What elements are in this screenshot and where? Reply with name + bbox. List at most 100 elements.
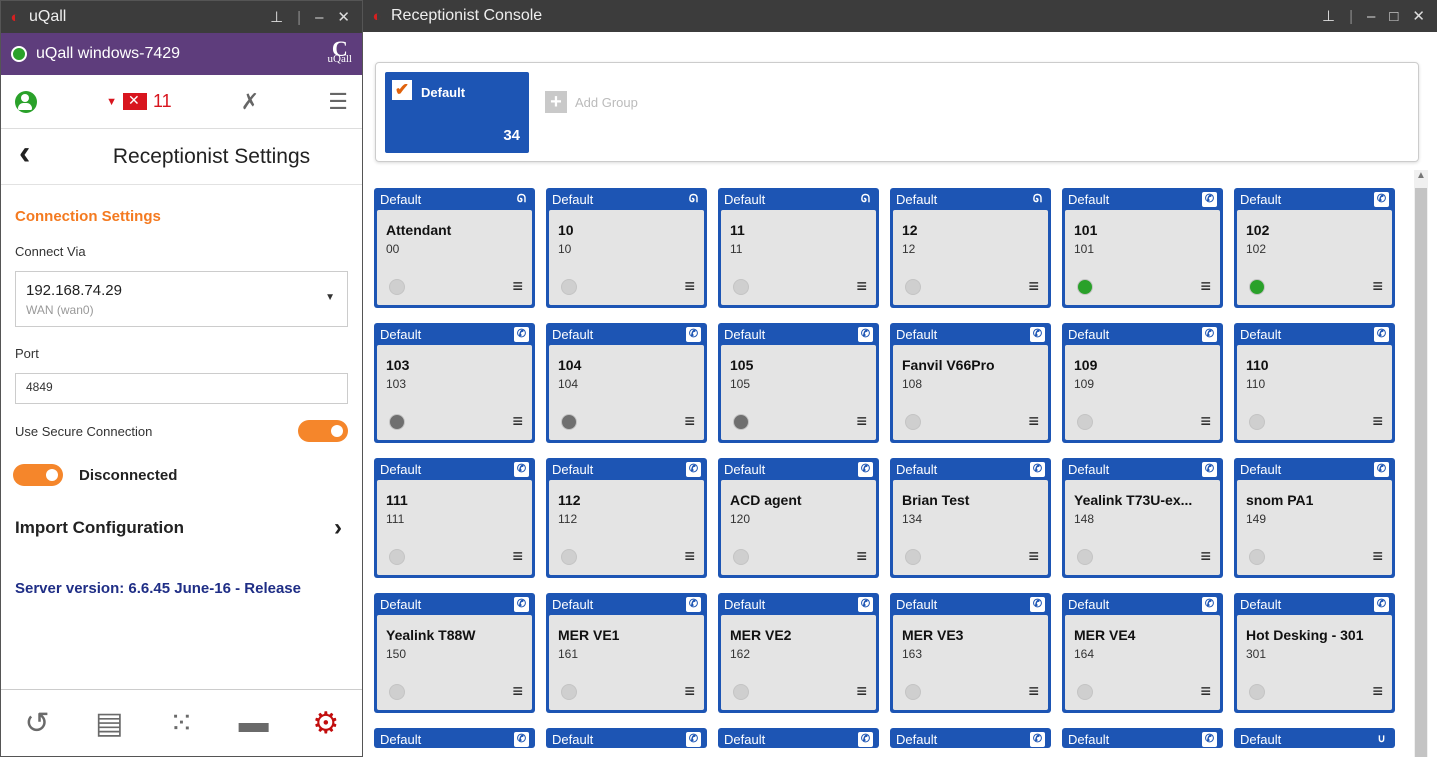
card-menu-icon[interactable]: ≡ xyxy=(512,276,523,297)
scroll-thumb[interactable] xyxy=(1415,188,1427,757)
extension-card[interactable]: Default ✆ xyxy=(890,728,1051,748)
card-menu-icon[interactable]: ≡ xyxy=(1200,411,1211,432)
card-group-label: Default xyxy=(724,461,766,477)
extension-card[interactable]: Default ✆ Hot Desking - 301 301 ≡ xyxy=(1234,593,1395,713)
phone-icon: ✆ xyxy=(686,461,701,477)
extension-card[interactable]: Default ✆ 111 111 ≡ xyxy=(374,458,535,578)
call-forward-icon[interactable]: ✗ xyxy=(241,89,259,115)
card-menu-icon[interactable]: ≡ xyxy=(684,411,695,432)
maximize-button[interactable]: □ xyxy=(1389,8,1398,25)
pin-icon[interactable]: ⊥ xyxy=(1322,7,1335,25)
card-menu-icon[interactable]: ≡ xyxy=(1028,276,1039,297)
card-group-label: Default xyxy=(1068,326,1110,342)
extension-card[interactable]: Default ✆ 109 109 ≡ xyxy=(1062,323,1223,443)
extension-card[interactable]: Default ✆ Fanvil V66Pro 108 ≡ xyxy=(890,323,1051,443)
card-menu-icon[interactable]: ≡ xyxy=(1200,546,1211,567)
card-menu-icon[interactable]: ≡ xyxy=(684,546,695,567)
minimize-button[interactable]: – xyxy=(1367,8,1375,25)
extension-card[interactable]: Default ✆ Yealink T88W 150 ≡ xyxy=(374,593,535,713)
extension-card[interactable]: Default ✆ 102 102 ≡ xyxy=(1234,188,1395,308)
extension-card[interactable]: Default ∪ xyxy=(1234,728,1395,748)
extension-card[interactable]: Default ✆ xyxy=(1062,728,1223,748)
scroll-up-arrow-icon[interactable]: ▲ xyxy=(1416,170,1426,181)
history-icon[interactable]: ↺ xyxy=(7,706,67,741)
card-body: Hot Desking - 301 301 ≡ xyxy=(1237,615,1392,710)
card-menu-icon[interactable]: ≡ xyxy=(856,276,867,297)
phone-icon: ✆ xyxy=(514,326,529,342)
card-menu-icon[interactable]: ≡ xyxy=(1372,276,1383,297)
card-menu-icon[interactable]: ≡ xyxy=(684,276,695,297)
card-menu-icon[interactable]: ≡ xyxy=(856,681,867,702)
card-menu-icon[interactable]: ≡ xyxy=(1200,276,1211,297)
group-tile-default[interactable]: ✔ Default 34 xyxy=(385,72,529,153)
card-menu-icon[interactable]: ≡ xyxy=(1372,546,1383,567)
settings-gear-icon[interactable]: ⚙ xyxy=(296,706,356,741)
card-menu-icon[interactable]: ≡ xyxy=(856,546,867,567)
extension-card[interactable]: Default ✆ 104 104 ≡ xyxy=(546,323,707,443)
dialpad-icon[interactable]: ⁙ xyxy=(151,706,211,741)
presence-icon xyxy=(1249,414,1265,430)
card-menu-icon[interactable]: ≡ xyxy=(512,546,523,567)
extension-card[interactable]: Default ✆ 103 103 ≡ xyxy=(374,323,535,443)
card-group-label: Default xyxy=(724,731,766,747)
vertical-scrollbar[interactable]: ▲ xyxy=(1414,170,1428,757)
import-configuration-row[interactable]: Import Configuration › xyxy=(15,514,348,542)
card-header: Default ✆ xyxy=(721,728,876,748)
extension-number: 301 xyxy=(1246,647,1267,661)
card-menu-icon[interactable]: ≡ xyxy=(1028,411,1039,432)
card-menu-icon[interactable]: ≡ xyxy=(1372,681,1383,702)
phone-icon: ✆ xyxy=(1202,326,1217,342)
connect-toggle[interactable] xyxy=(13,464,63,486)
extension-card[interactable]: Default ✆ snom PA1 149 ≡ xyxy=(1234,458,1395,578)
close-button[interactable]: ✕ xyxy=(337,8,350,26)
presence-icon xyxy=(389,279,405,295)
presence-icon[interactable] xyxy=(15,90,37,113)
add-group-button[interactable]: + Add Group xyxy=(545,91,638,113)
extension-card[interactable]: Default ✆ xyxy=(718,728,879,748)
close-button[interactable]: ✕ xyxy=(1412,7,1425,25)
extension-name: ACD agent xyxy=(730,492,802,508)
card-header: Default ✆ xyxy=(1237,323,1392,345)
headset-icon: ᘏ xyxy=(516,192,527,205)
extension-card[interactable]: Default ✆ 101 101 ≡ xyxy=(1062,188,1223,308)
extension-card[interactable]: Default ✆ MER VE1 161 ≡ xyxy=(546,593,707,713)
back-chevron-icon[interactable]: ‹ xyxy=(19,134,30,173)
card-header: Default ✆ xyxy=(549,323,704,345)
card-menu-icon[interactable]: ≡ xyxy=(684,681,695,702)
card-menu-icon[interactable]: ≡ xyxy=(512,411,523,432)
extension-card[interactable]: Default ✆ Brian Test 134 ≡ xyxy=(890,458,1051,578)
card-menu-icon[interactable]: ≡ xyxy=(512,681,523,702)
extension-card[interactable]: Default ᘏ 12 12 ≡ xyxy=(890,188,1051,308)
extension-card[interactable]: Default ✆ MER VE2 162 ≡ xyxy=(718,593,879,713)
connect-via-select[interactable]: 192.168.74.29 WAN (wan0) ▼ xyxy=(15,271,348,327)
voicemail-indicator[interactable]: ▼ 11 xyxy=(106,91,172,112)
card-menu-icon[interactable]: ≡ xyxy=(1028,546,1039,567)
extension-card[interactable]: Default ✆ 110 110 ≡ xyxy=(1234,323,1395,443)
extension-card[interactable]: Default ✆ Yealink T73U-ex... 148 ≡ xyxy=(1062,458,1223,578)
card-menu-icon[interactable]: ≡ xyxy=(856,411,867,432)
extension-card[interactable]: Default ✆ 105 105 ≡ xyxy=(718,323,879,443)
minimize-button[interactable]: – xyxy=(315,9,323,26)
contacts-icon[interactable]: ▤ xyxy=(79,706,139,741)
chat-icon[interactable]: ▬ xyxy=(224,706,284,740)
headset-icon: ᘏ xyxy=(688,192,699,205)
extension-card[interactable]: Default ✆ xyxy=(374,728,535,748)
extension-card[interactable]: Default ✆ 112 112 ≡ xyxy=(546,458,707,578)
card-menu-icon[interactable]: ≡ xyxy=(1200,681,1211,702)
card-menu-icon[interactable]: ≡ xyxy=(1028,681,1039,702)
extension-card[interactable]: Default ✆ ACD agent 120 ≡ xyxy=(718,458,879,578)
checkbox-icon[interactable]: ✔ xyxy=(392,80,412,100)
account-bar[interactable]: uQall windows-7429 CuQall xyxy=(1,33,362,75)
card-menu-icon[interactable]: ≡ xyxy=(1372,411,1383,432)
extension-card[interactable]: Default ✆ MER VE4 164 ≡ xyxy=(1062,593,1223,713)
pin-icon[interactable]: ⊥ xyxy=(270,8,283,26)
extension-card[interactable]: Default ✆ MER VE3 163 ≡ xyxy=(890,593,1051,713)
port-input[interactable]: 4849 xyxy=(15,373,348,404)
extension-card[interactable]: Default ✆ xyxy=(546,728,707,748)
list-menu-icon[interactable]: ☰ xyxy=(328,89,348,115)
secure-connection-toggle[interactable] xyxy=(298,420,348,442)
extension-card[interactable]: Default ᘏ 10 10 ≡ xyxy=(546,188,707,308)
caret-down-icon[interactable]: ▼ xyxy=(106,96,117,108)
extension-card[interactable]: Default ᘏ 11 11 ≡ xyxy=(718,188,879,308)
extension-card[interactable]: Default ᘏ Attendant 00 ≡ xyxy=(374,188,535,308)
